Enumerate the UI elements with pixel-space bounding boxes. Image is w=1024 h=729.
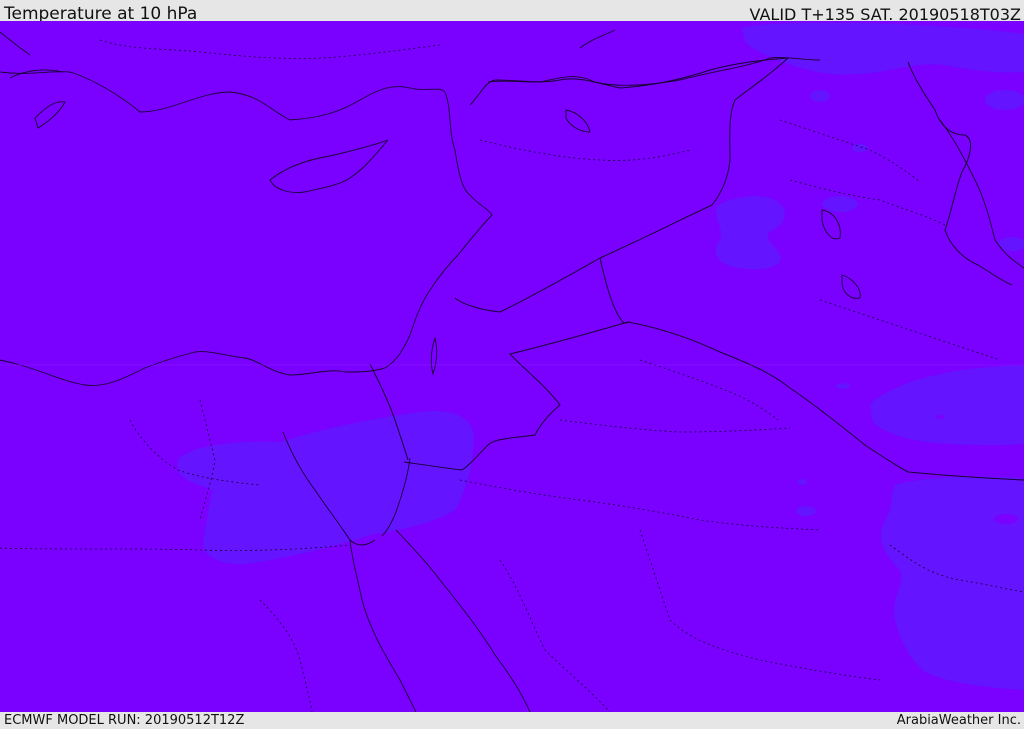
temperature-cell-10 (936, 415, 944, 419)
footer-bar: ECMWF MODEL RUN: 20190512T12Z ArabiaWeat… (0, 712, 1024, 729)
weather-map (0, 21, 1024, 712)
temperature-cell-8 (797, 479, 807, 485)
temperature-field-base (0, 21, 1024, 712)
temperature-cell-7 (836, 383, 850, 389)
temperature-cell-3 (822, 196, 858, 212)
temperature-cell-2 (985, 90, 1024, 110)
temperature-cell-6 (796, 506, 816, 516)
credit-label: ArabiaWeather Inc. (896, 713, 1021, 728)
temperature-cell-9 (994, 514, 1018, 524)
title-bar: Temperature at 10 hPa VALID T+135 SAT. 2… (0, 0, 1024, 24)
model-run-label: ECMWF MODEL RUN: 20190512T12Z (4, 713, 245, 728)
map-canvas (0, 21, 1024, 712)
temperature-cell-1 (810, 90, 830, 102)
temperature-cell-5 (852, 144, 868, 152)
